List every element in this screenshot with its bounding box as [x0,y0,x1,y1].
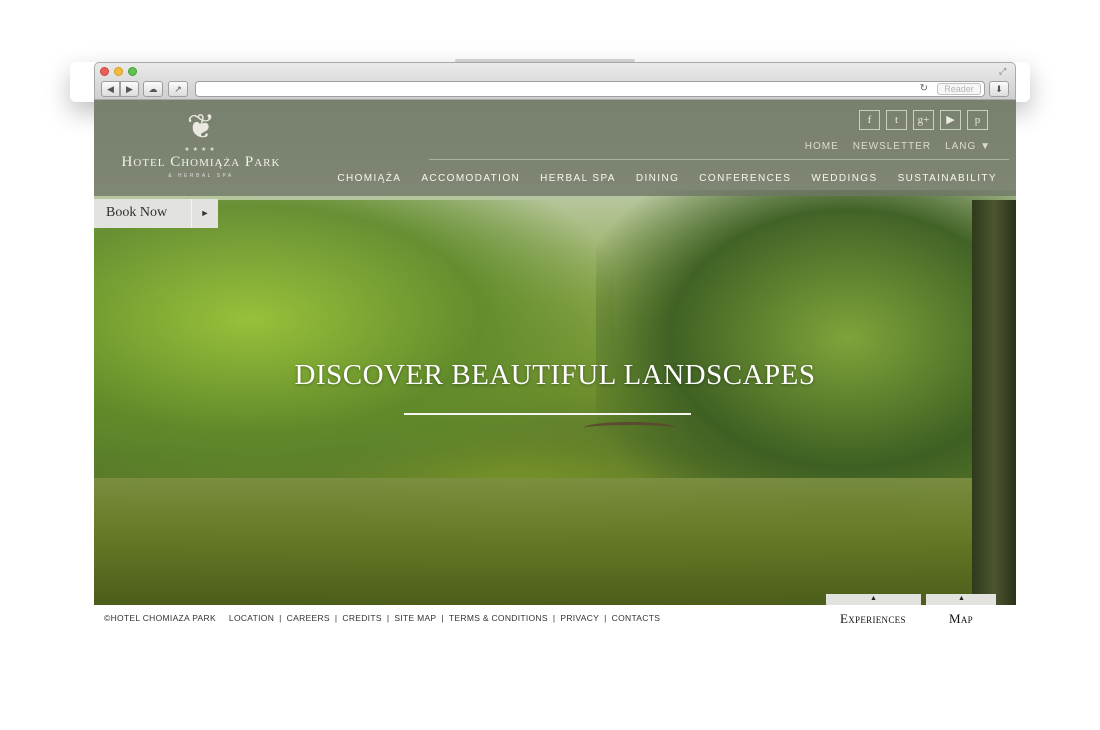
nav-home[interactable]: HOME [805,141,839,152]
site-footer: ©HOTEL CHOMIAZA PARK LOCATION | CAREERS … [104,613,660,623]
close-window-button[interactable] [100,67,109,76]
utility-nav: HOME NEWSLETTER LANG ▼ [805,141,991,152]
nav-conferences[interactable]: CONFERENCES [699,173,791,184]
tree-logo-icon: ❦ [186,108,216,146]
hero-trees-left [94,200,614,500]
footer-separator: | [552,613,556,623]
reader-button[interactable]: Reader [937,83,981,95]
share-button[interactable]: ↗ [168,81,188,97]
back-arrow-icon: ◀ [107,84,114,94]
hero-tree-trunk [972,200,1016,605]
forward-button[interactable]: ▶ [120,81,139,97]
nav-divider [429,159,1009,160]
footer-separator: | [279,613,282,623]
social-links: f t g+ ▶ p [859,110,988,130]
nav-accomodation[interactable]: ACCOMODATION [421,173,520,184]
hero-trees-right [596,190,1016,520]
arrow-up-icon: ▲ [870,595,877,602]
fullscreen-icon[interactable]: ⤢ [999,66,1009,76]
logo-subtitle: & HERBAL SPA [168,173,234,179]
footer-link-terms[interactable]: TERMS & CONDITIONS [449,613,548,623]
nav-herbal-spa[interactable]: HERBAL SPA [540,173,616,184]
footer-separator: | [604,613,607,623]
downloads-button[interactable]: ⬇ [989,81,1009,97]
map-tab[interactable]: ▲ [926,594,996,605]
footer-link-privacy[interactable]: PRIVACY [560,613,599,623]
browser-toolbar: ⤢ ◀ ▶ ☁ ↗ ↻ Reader ⬇ [94,62,1016,100]
hero-river [94,478,1016,605]
share-icon: ↗ [174,84,182,94]
footer-link-location[interactable]: LOCATION [229,613,274,623]
footer-separator: | [386,613,390,623]
reload-icon[interactable]: ↻ [920,83,928,94]
footer-separator: | [334,613,338,623]
footer-link-credits[interactable]: CREDITS [342,613,381,623]
icloud-tabs-button[interactable]: ☁ [143,81,163,97]
experiences-tab[interactable]: ▲ [826,594,921,605]
download-icon: ⬇ [995,84,1003,94]
site-logo[interactable]: ❦ ★★★★ Hotel Chomiąża Park & HERBAL SPA [116,106,286,179]
book-now-button[interactable]: Book Now ► [94,199,218,228]
youtube-icon[interactable]: ▶ [940,110,961,130]
nav-chomiaza[interactable]: CHOMIĄŻA [337,173,401,184]
arrow-up-icon: ▲ [958,595,965,602]
forward-arrow-icon: ▶ [126,84,133,94]
map-label[interactable]: Map [949,611,973,627]
main-nav: CHOMIĄŻA ACCOMODATION HERBAL SPA DINING … [337,173,997,184]
logo-name: Hotel Chomiąża Park [121,154,281,170]
logo-stars: ★★★★ [184,147,218,153]
minimize-window-button[interactable] [114,67,123,76]
nav-dining[interactable]: DINING [636,173,679,184]
web-page: ❦ ★★★★ Hotel Chomiąża Park & HERBAL SPA … [94,100,1016,605]
site-header: ❦ ★★★★ Hotel Chomiąża Park & HERBAL SPA … [94,100,1016,196]
footer-link-careers[interactable]: CAREERS [287,613,330,623]
footer-separator: | [441,613,444,623]
cloud-icon: ☁ [148,84,158,94]
language-dropdown[interactable]: LANG ▼ [945,141,991,152]
twitter-icon[interactable]: t [886,110,907,130]
back-button[interactable]: ◀ [101,81,120,97]
nav-weddings[interactable]: WEDDINGS [811,173,877,184]
hero-bridge [584,422,676,434]
copyright: ©HOTEL CHOMIAZA PARK [104,613,216,623]
zoom-window-button[interactable] [128,67,137,76]
experiences-label[interactable]: Experiences [840,611,906,627]
book-now-label: Book Now [106,205,168,220]
footer-link-contacts[interactable]: CONTACTS [612,613,661,623]
address-bar[interactable]: ↻ Reader [195,81,985,97]
nav-newsletter[interactable]: NEWSLETTER [853,141,931,152]
pinterest-icon[interactable]: p [967,110,988,130]
google-plus-icon[interactable]: g+ [913,110,934,130]
facebook-icon[interactable]: f [859,110,880,130]
footer-link-site-map[interactable]: SITE MAP [394,613,436,623]
hero-divider [404,413,691,415]
nav-sustainability[interactable]: SUSTAINABILITY [898,173,997,184]
hero-title: DISCOVER BEAUTIFUL LANDSCAPES [294,359,816,391]
play-arrow-icon[interactable]: ► [191,199,218,228]
